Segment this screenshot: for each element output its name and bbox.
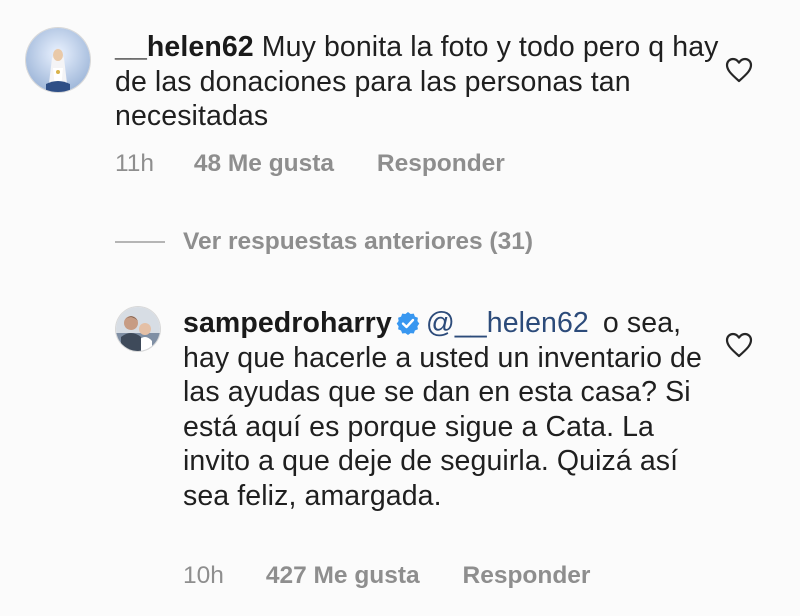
avatar-virgin-mary-image: [26, 28, 90, 92]
comment-time: 11h: [115, 150, 155, 177]
comment-meta: 10h 427 Me gusta Responder: [183, 562, 590, 590]
comment-username[interactable]: sampedroharry: [183, 307, 392, 339]
verified-badge-icon: [396, 312, 420, 335]
like-heart-icon[interactable]: [725, 57, 753, 83]
comment-body: sampedroharry @__helen62 o sea, hay que …: [183, 306, 703, 513]
avatar-sampedroharry[interactable]: [116, 307, 160, 351]
avatar-family-photo: [116, 307, 160, 351]
avatar-helen62[interactable]: [26, 28, 90, 92]
mention-link[interactable]: @__helen62: [426, 307, 589, 339]
comment-username[interactable]: __helen62: [115, 31, 254, 63]
comment-meta: 11h 48 Me gusta Responder: [115, 150, 505, 178]
reply-button[interactable]: Responder: [463, 562, 591, 590]
comment-time: 10h: [183, 562, 224, 589]
reply-button[interactable]: Responder: [377, 150, 505, 178]
likes-count-button[interactable]: 48 Me gusta: [194, 150, 334, 178]
comment-helen62: __helen62 Muy bonita la foto y todo pero…: [0, 0, 800, 190]
comment-body: __helen62 Muy bonita la foto y todo pero…: [115, 30, 725, 134]
divider-line: [115, 241, 165, 243]
view-previous-replies-button[interactable]: Ver respuestas anteriores (31): [115, 226, 533, 258]
like-heart-icon[interactable]: [725, 332, 753, 358]
comment-sampedroharry: sampedroharry @__helen62 o sea, hay que …: [0, 290, 800, 616]
likes-count-button[interactable]: 427 Me gusta: [266, 562, 420, 590]
view-previous-replies-label: Ver respuestas anteriores (31): [183, 228, 533, 255]
